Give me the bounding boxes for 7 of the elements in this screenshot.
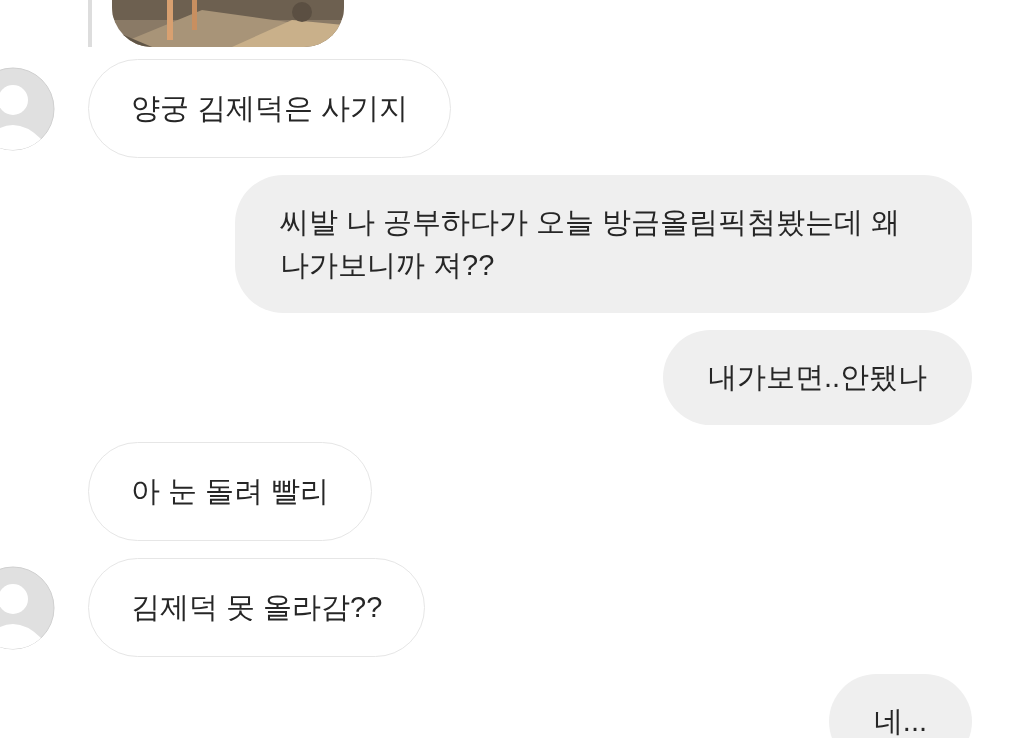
message-bubble: 내가보면..안됐나 (662, 330, 972, 425)
message-bubble: 김제덕 못 올라감?? (88, 558, 426, 657)
quote-bar (88, 0, 92, 47)
message-bubble: 네... (828, 674, 972, 738)
message-bubble: 아 눈 돌려 빨리 (88, 442, 373, 541)
message-bubble: 씨발 나 공부하다가 오늘 방금올림픽첨봤는데 왜 나가보니까 져?? (235, 175, 972, 313)
message-bubble: 양궁 김제덕은 사기지 (88, 59, 452, 158)
